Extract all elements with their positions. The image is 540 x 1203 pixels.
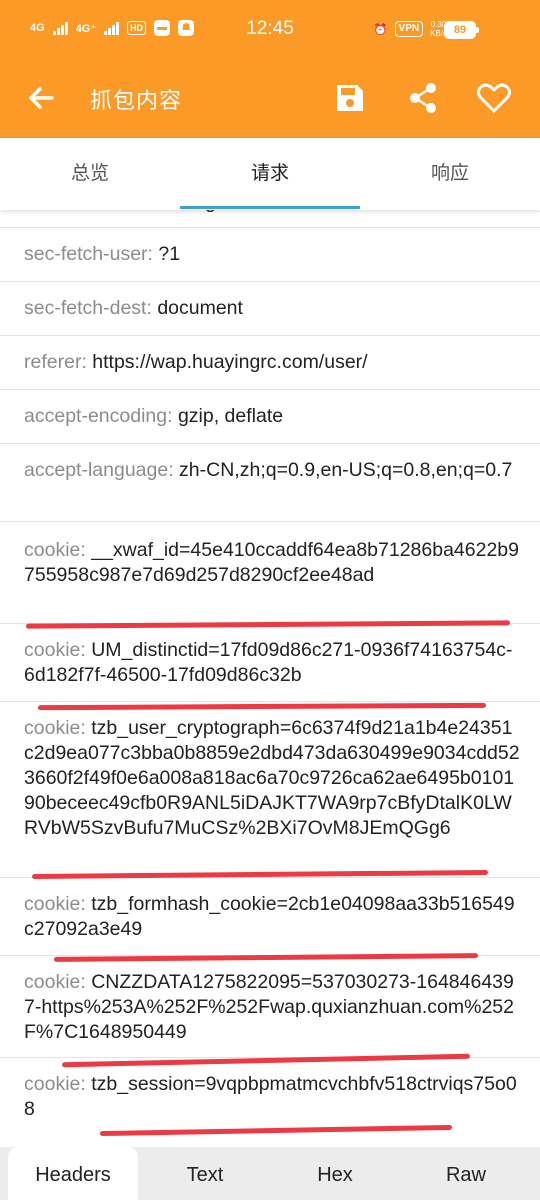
header-value: https://wap.huayingrc.com/user/ bbox=[92, 351, 368, 373]
header-row: cookie: tzb_user_cryptograph=6c6374f9d21… bbox=[0, 702, 540, 878]
tab-headers[interactable]: Headers bbox=[8, 1147, 138, 1200]
header-row: cookie: __xwaf_id=45e410ccaddf64ea8b7128… bbox=[0, 522, 540, 624]
alarm-icon: ⏰ bbox=[373, 23, 388, 36]
header-separator: : bbox=[80, 1073, 92, 1095]
header-key: cookie bbox=[24, 717, 81, 739]
header-row: sec-fetch-dest: document bbox=[0, 282, 540, 336]
header-key: accept-encoding bbox=[24, 405, 168, 427]
tab-indicator bbox=[180, 206, 360, 209]
page-title: 抓包内容 bbox=[90, 88, 183, 113]
header-key: sec-fetch-dest bbox=[24, 297, 147, 319]
header-value: CNZZDATA1275822095=537030273-1648464397-… bbox=[24, 971, 514, 1043]
header-separator: : bbox=[80, 893, 92, 915]
save-icon bbox=[337, 85, 363, 111]
save-button[interactable] bbox=[330, 78, 370, 118]
share-button[interactable] bbox=[403, 78, 443, 118]
header-row: cookie: tzb_formhash_cookie=2cb1e04098aa… bbox=[0, 878, 540, 956]
arrow-left-icon bbox=[29, 87, 54, 109]
header-separator: : bbox=[81, 351, 93, 373]
favorite-button[interactable] bbox=[474, 78, 514, 118]
header-key: cookie bbox=[24, 1073, 81, 1095]
header-row: cookie: tzb_session=9vqpbpmatmcvchbfv518… bbox=[0, 1058, 540, 1147]
header-separator: : bbox=[147, 243, 159, 265]
heart-icon bbox=[477, 83, 511, 113]
header-key: referer bbox=[24, 351, 82, 373]
tab-raw[interactable]: Raw bbox=[400, 1147, 532, 1200]
tab-overview[interactable]: 总览 bbox=[0, 138, 180, 210]
header-value: UM_distinctid=17fd09d86c271-0936f7416375… bbox=[24, 639, 513, 686]
header-separator: : bbox=[80, 717, 92, 739]
app-bar: 抓包内容 bbox=[0, 64, 540, 138]
bottom-tab-bar: Headers Text Hex Raw bbox=[0, 1147, 540, 1200]
header-key: cookie bbox=[24, 971, 81, 993]
header-separator: : bbox=[80, 539, 92, 561]
header-value: __xwaf_id=45e410ccaddf64ea8b71286ba4622b… bbox=[24, 539, 519, 586]
header-value: zh-CN,zh;q=0.9,en-US;q=0.8,en;q=0.7 bbox=[179, 459, 513, 481]
header-row: referer: https://wap.huayingrc.com/user/ bbox=[0, 336, 540, 390]
tab-hex[interactable]: Hex bbox=[270, 1147, 400, 1200]
header-key: sec-fetch-user bbox=[24, 243, 148, 265]
header-separator: : bbox=[146, 297, 158, 319]
header-key: cookie bbox=[24, 893, 81, 915]
header-value: ?1 bbox=[158, 243, 181, 265]
tab-text[interactable]: Text bbox=[140, 1147, 270, 1200]
tab-bar: 总览 请求 响应 bbox=[0, 138, 540, 210]
header-list[interactable]: sec-fetch-mode: navigate sec-fetch-user:… bbox=[0, 192, 540, 1147]
header-row: accept-encoding: gzip, deflate bbox=[0, 390, 540, 444]
battery-icon: 89 bbox=[444, 21, 479, 39]
back-button[interactable] bbox=[22, 78, 62, 118]
header-row: cookie: CNZZDATA1275822095=537030273-164… bbox=[0, 956, 540, 1058]
header-value: tzb_formhash_cookie=2cb1e04098aa33b51654… bbox=[24, 893, 515, 940]
header-separator: : bbox=[168, 459, 180, 481]
tab-request[interactable]: 请求 bbox=[180, 138, 360, 210]
header-value: document bbox=[157, 297, 243, 319]
header-value: tzb_user_cryptograph=6c6374f9d21a1b4e243… bbox=[24, 717, 520, 839]
header-value: gzip, deflate bbox=[177, 405, 284, 427]
header-key: accept-language bbox=[24, 459, 169, 481]
tab-response[interactable]: 响应 bbox=[360, 138, 540, 210]
header-separator: : bbox=[80, 639, 92, 661]
share-icon bbox=[410, 83, 436, 113]
header-row: cookie: UM_distinctid=17fd09d86c271-0936… bbox=[0, 624, 540, 702]
header-row: sec-fetch-user: ?1 bbox=[0, 228, 540, 282]
status-bar: 4G 4G⁺ HD ▬ ☗ 12:45 ⏰ VPN 0.30 KB/s 89 bbox=[0, 0, 540, 64]
header-key: cookie bbox=[24, 539, 81, 561]
header-separator: : bbox=[80, 971, 92, 993]
header-value: tzb_session=9vqpbpmatmcvchbfv518ctrviqs7… bbox=[24, 1073, 517, 1120]
vpn-badge: VPN bbox=[394, 21, 424, 37]
header-key: cookie bbox=[24, 639, 81, 661]
header-row: accept-language: zh-CN,zh;q=0.9,en-US;q=… bbox=[0, 444, 540, 522]
header-separator: : bbox=[167, 405, 178, 427]
